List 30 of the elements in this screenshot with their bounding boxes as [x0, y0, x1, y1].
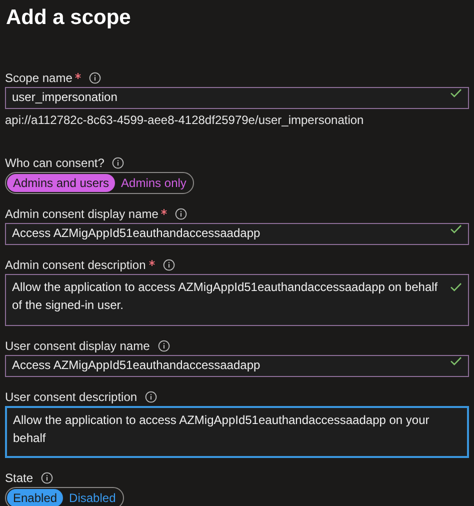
field-value: Allow the application to access AZMigAppId51eauthandaccessaadapp on behalf of the signed-in user. [12, 279, 439, 314]
input-field[interactable]: user_impersonation [5, 87, 469, 109]
text-area-field[interactable]: Allow the application to access AZMigAppId51eauthandaccessaadapp on behalf of the signed-in user. [5, 274, 469, 326]
info-icon [41, 472, 54, 484]
info-icon [89, 72, 102, 84]
field-value: user_impersonation [12, 89, 118, 106]
toggle-option[interactable]: Enabled [7, 489, 64, 506]
field-label: User consent description [5, 389, 138, 406]
toggle-option[interactable]: Admins and users [7, 174, 116, 192]
field-label: Admin consent display name [5, 206, 158, 223]
toggle-option[interactable]: Admins only [115, 174, 192, 192]
info-icon [158, 340, 170, 352]
field-label: Who can consent? [5, 155, 104, 172]
field-label: User consent display name [5, 338, 150, 355]
field-value: Access AZMigAppId51eauthandaccessaadapp [12, 225, 262, 242]
info-icon [175, 208, 188, 220]
text-area-field[interactable]: Allow the application to access AZMigAppId51eauthandaccessaadapp on your behalf [5, 406, 469, 458]
input-field[interactable]: Access AZMigAppId51eauthandaccessaadapp [5, 355, 469, 377]
info-icon [112, 157, 124, 169]
field-value: Access AZMigAppId51eauthandaccessaadapp [12, 357, 262, 374]
field-label: Admin consent description [5, 257, 146, 274]
info-icon [145, 391, 158, 403]
field-value: Allow the application to access AZMigAppId51eauthandaccessaadapp on your behalf [13, 412, 430, 447]
panel-title: Add a scope [6, 5, 132, 31]
field-label: Scope name [5, 70, 72, 87]
field-label: State [5, 470, 34, 487]
input-field[interactable]: Access AZMigAppId51eauthandaccessaadapp [5, 223, 469, 245]
scope-uri-text: api://a112782c-8c63-4599-aee8-4128df25979e/user_impersonation [5, 112, 365, 129]
info-icon [162, 259, 175, 271]
toggle-option[interactable]: Disabled [63, 489, 122, 506]
